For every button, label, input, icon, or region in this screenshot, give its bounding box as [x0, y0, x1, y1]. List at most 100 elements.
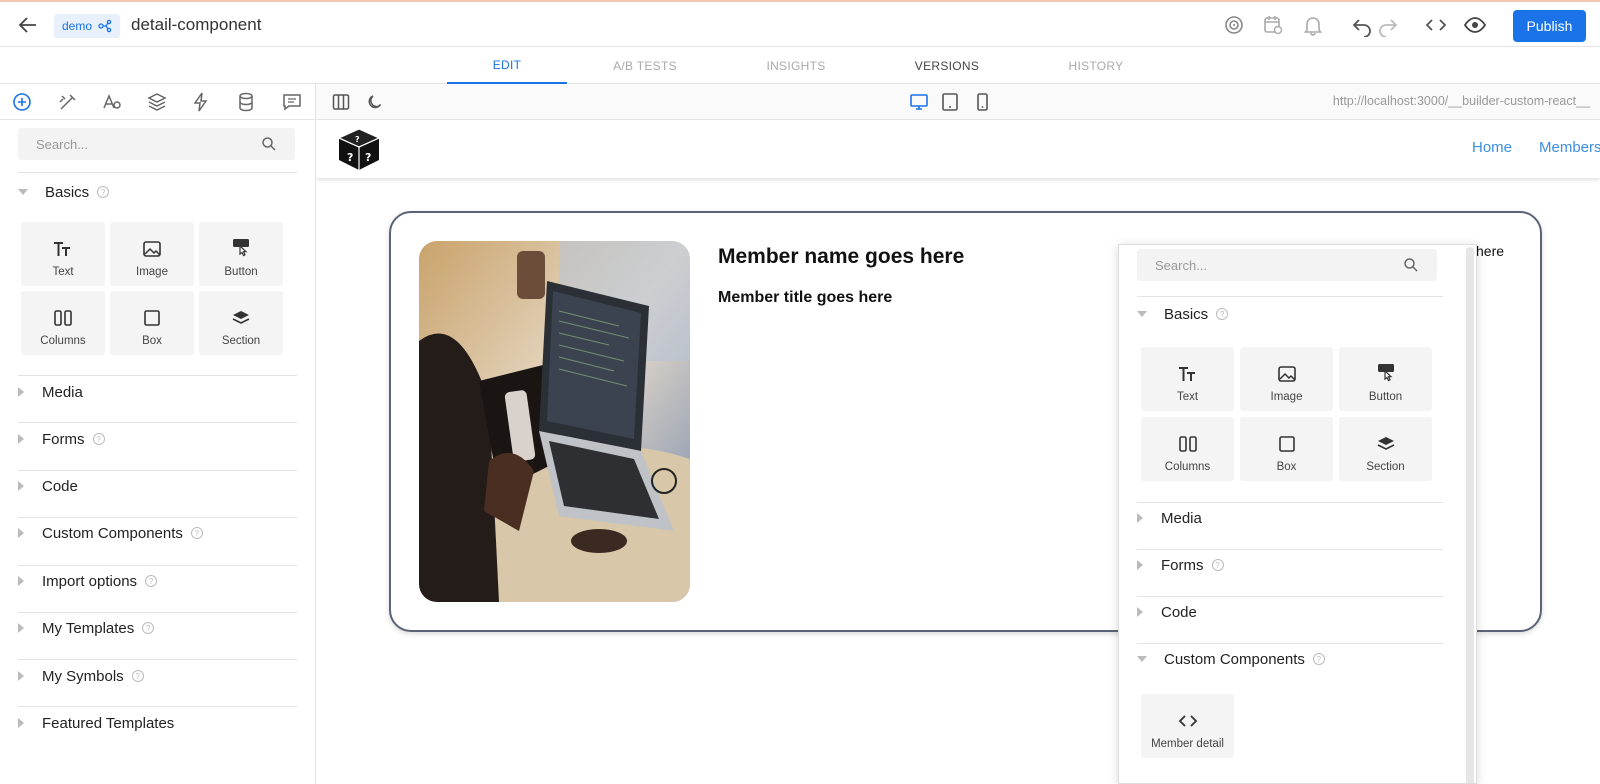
search-icon	[1404, 258, 1418, 272]
section-media[interactable]: Media	[18, 384, 298, 401]
divider	[1137, 596, 1443, 597]
typography-icon[interactable]	[100, 90, 124, 114]
section-label: Forms	[42, 430, 85, 448]
nav-link-members[interactable]: Members	[1539, 139, 1600, 156]
divider	[1137, 549, 1443, 550]
divider	[18, 706, 297, 707]
tab-insights[interactable]: INSIGHTS	[736, 47, 856, 84]
help-icon[interactable]: ?	[145, 575, 158, 587]
target-history-icon[interactable]	[1222, 13, 1246, 37]
popup-section-media[interactable]: Media	[1137, 510, 1417, 527]
database-icon[interactable]	[234, 90, 258, 114]
popup-block-box[interactable]: Box	[1240, 417, 1333, 481]
block-label: Section	[1366, 461, 1405, 473]
block-label: Text	[1176, 391, 1199, 403]
button-pointer-icon	[233, 239, 249, 257]
tab-ab-tests[interactable]: A/B TESTS	[585, 47, 705, 84]
style-tools-icon[interactable]	[56, 90, 80, 114]
expand-triangle-icon	[1137, 513, 1143, 523]
help-icon[interactable]: ?	[92, 433, 105, 445]
popup-block-columns[interactable]: Columns	[1141, 417, 1234, 481]
text-type-icon	[54, 242, 70, 256]
back-arrow-icon[interactable]	[16, 13, 40, 37]
section-code[interactable]: Code	[18, 478, 298, 495]
popup-block-text[interactable]: Text	[1141, 347, 1234, 411]
bell-icon[interactable]	[1301, 13, 1325, 37]
tab-versions[interactable]: VERSIONS	[887, 47, 1007, 84]
chip-label: demo	[62, 19, 93, 33]
popup-block-section[interactable]: Section	[1339, 417, 1432, 481]
preview-eye-icon[interactable]	[1463, 13, 1487, 37]
member-title[interactable]: Member title goes here	[718, 289, 892, 307]
layers-icon[interactable]	[145, 90, 169, 114]
section-label: Custom Components	[42, 524, 183, 542]
member-description-tail[interactable]: here	[1476, 243, 1504, 259]
help-icon[interactable]: ?	[131, 670, 144, 682]
section-basics[interactable]: Basics ?	[18, 184, 298, 201]
tablet-view-icon[interactable]	[940, 92, 960, 112]
section-label: Basics	[1164, 305, 1209, 323]
dark-mode-moon-icon[interactable]	[366, 93, 384, 111]
block-image[interactable]: Image	[110, 222, 194, 286]
popup-search-input[interactable]: Search...	[1137, 249, 1437, 281]
document-title[interactable]: detail-component	[131, 15, 261, 35]
section-my-symbols[interactable]: My Symbols?	[18, 668, 298, 685]
space-chip[interactable]: demo	[54, 14, 121, 38]
tab-history[interactable]: HISTORY	[1036, 47, 1156, 84]
box-icon	[144, 310, 160, 326]
block-text[interactable]: Text	[21, 222, 105, 286]
popup-block-member-detail[interactable]: Member detail	[1141, 694, 1234, 758]
popup-section-basics[interactable]: Basics ?	[1137, 305, 1417, 323]
mobile-view-icon[interactable]	[972, 92, 992, 112]
divider	[18, 565, 297, 566]
popup-section-code[interactable]: Code	[1137, 604, 1417, 621]
schedule-calendar-icon[interactable]	[1261, 13, 1285, 37]
popup-block-button[interactable]: Button	[1339, 347, 1432, 411]
tab-edit[interactable]: EDIT	[447, 47, 567, 84]
popup-block-image[interactable]: Image	[1240, 347, 1333, 411]
expand-triangle-icon	[1137, 560, 1143, 570]
help-icon[interactable]: ?	[1211, 559, 1224, 571]
collapse-triangle-icon	[18, 189, 28, 195]
help-icon[interactable]: ?	[190, 527, 203, 539]
expand-triangle-icon	[18, 671, 24, 681]
publish-button[interactable]: Publish	[1513, 10, 1586, 42]
lightning-icon[interactable]	[189, 90, 213, 114]
redo-icon[interactable]	[1376, 13, 1400, 37]
popup-scrollbar[interactable]	[1466, 247, 1474, 783]
add-block-icon[interactable]	[10, 90, 34, 114]
preview-url[interactable]: http://localhost:3000/__builder-custom-r…	[1333, 94, 1590, 108]
desktop-view-icon[interactable]	[909, 92, 929, 112]
divider	[18, 659, 297, 660]
block-section[interactable]: Section	[199, 291, 283, 355]
undo-icon[interactable]	[1350, 13, 1374, 37]
layout-columns-icon[interactable]	[332, 93, 350, 111]
section-import-options[interactable]: Import options?	[18, 573, 298, 590]
comment-icon[interactable]	[280, 90, 304, 114]
nav-link-home[interactable]: Home	[1472, 139, 1512, 156]
button-pointer-icon	[1377, 364, 1394, 382]
block-search-input[interactable]: Search...	[18, 128, 295, 160]
help-icon[interactable]: ?	[142, 622, 155, 634]
block-label: Button	[1368, 391, 1403, 403]
help-icon[interactable]: ?	[1216, 308, 1229, 320]
help-icon[interactable]: ?	[1312, 653, 1325, 665]
expand-triangle-icon	[18, 623, 24, 633]
columns-icon	[54, 310, 72, 326]
section-my-templates[interactable]: My Templates?	[18, 620, 298, 637]
dice-logo-icon[interactable]: ???	[336, 126, 382, 172]
section-forms[interactable]: Forms?	[18, 430, 298, 448]
help-icon[interactable]: ?	[97, 186, 110, 198]
popup-section-custom-components[interactable]: Custom Components?	[1137, 651, 1417, 668]
section-custom-components[interactable]: Custom Components?	[18, 524, 298, 542]
section-featured-templates[interactable]: Featured Templates	[18, 715, 298, 732]
panel-tabs	[0, 84, 315, 120]
code-icon[interactable]	[1424, 13, 1448, 37]
block-columns[interactable]: Columns	[21, 291, 105, 355]
popup-section-forms[interactable]: Forms?	[1137, 557, 1417, 574]
block-box[interactable]: Box	[110, 291, 194, 355]
block-button[interactable]: Button	[199, 222, 283, 286]
member-name[interactable]: Member name goes here	[718, 245, 964, 269]
laptop-photo-image	[419, 241, 690, 602]
divider	[18, 470, 297, 471]
